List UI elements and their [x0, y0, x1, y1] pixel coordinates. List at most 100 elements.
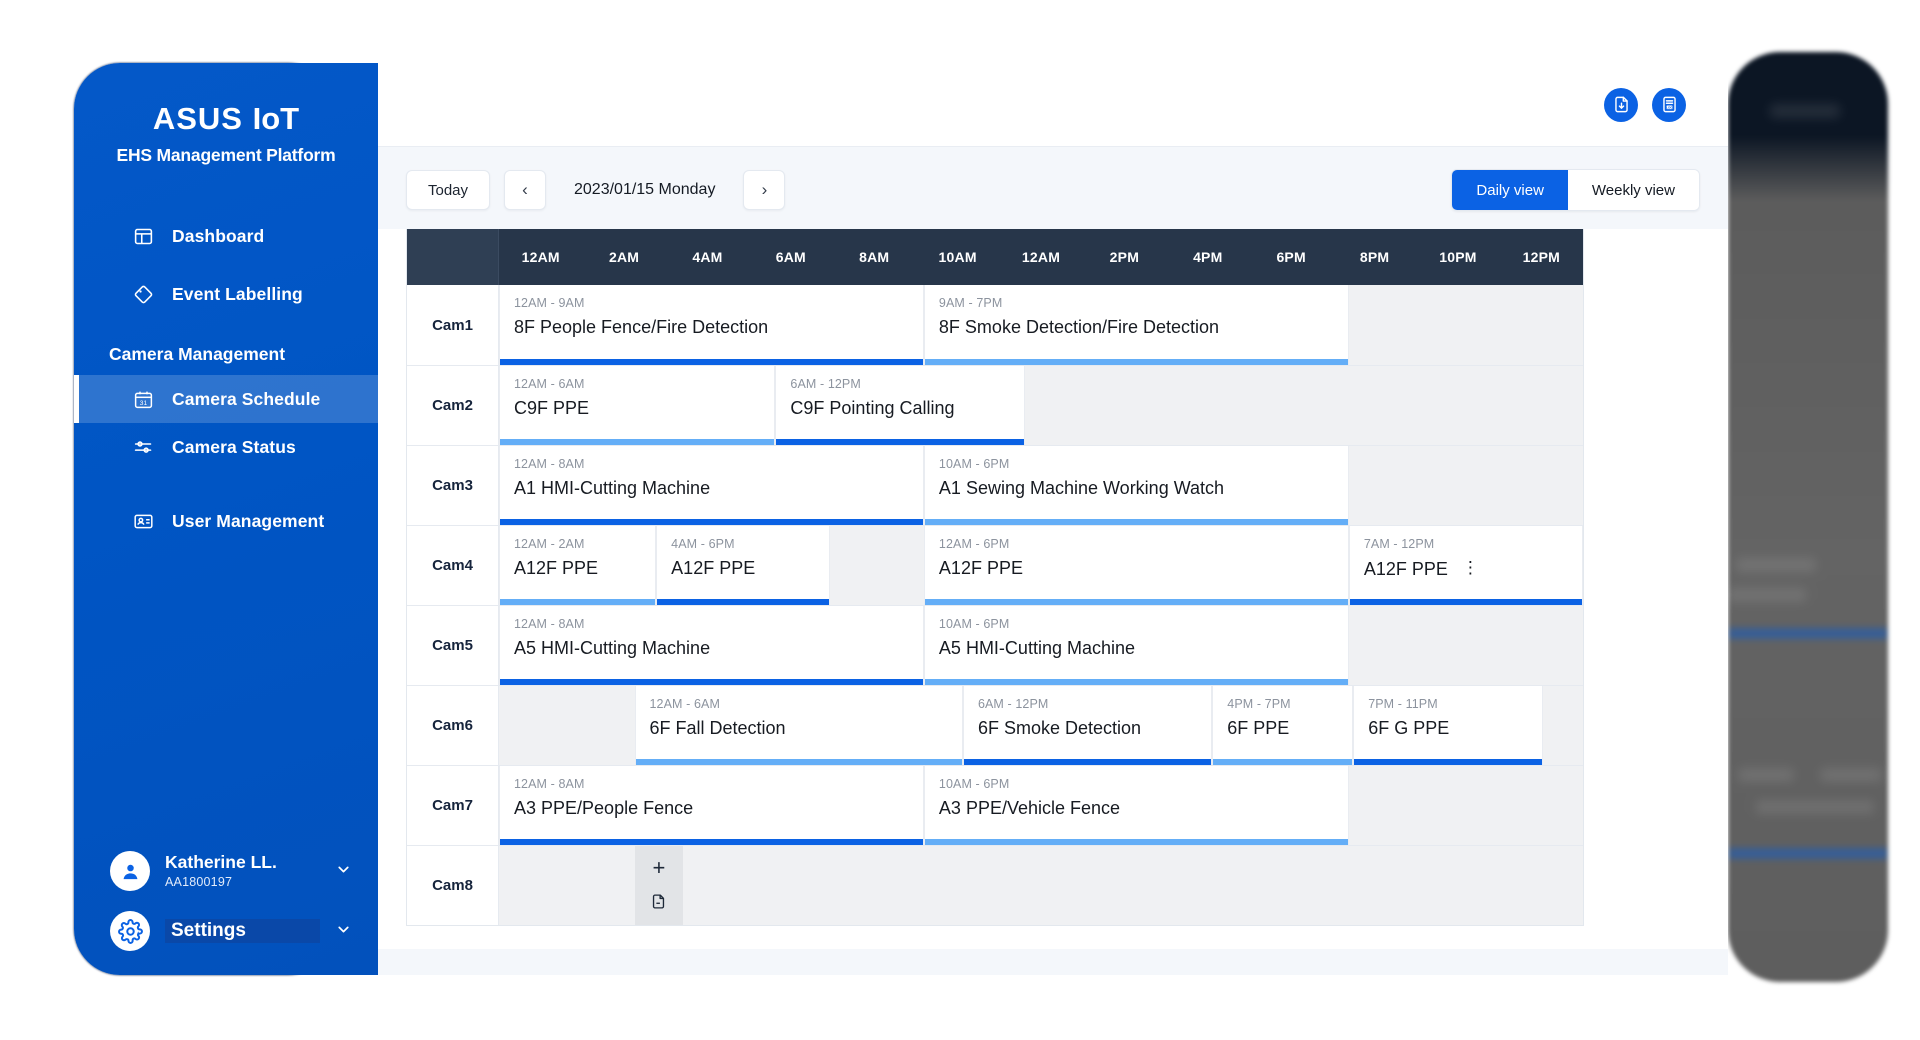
- schedule-block-name: 6F G PPE: [1368, 718, 1542, 739]
- schedule-block[interactable]: 10AM - 6PMA3 PPE/Vehicle Fence: [924, 766, 1349, 845]
- schedule-block-name: A3 PPE/Vehicle Fence: [939, 798, 1348, 819]
- time-tick: 12AM: [1022, 229, 1060, 285]
- dashboard-icon: [132, 225, 155, 248]
- schedule-row: Cam412AM - 2AMA12F PPE4AM - 6PMA12F PPE1…: [407, 525, 1583, 605]
- avatar: [110, 851, 150, 891]
- user-card-icon: [132, 510, 155, 533]
- time-tick: 4PM: [1193, 229, 1222, 285]
- schedule-block-name: A5 HMI-Cutting Machine: [514, 638, 923, 659]
- camera-label: Cam6: [407, 686, 499, 765]
- brand-logo: ASUS IoT: [74, 103, 378, 134]
- schedule-row: Cam212AM - 6AMC9F PPE 6AM - 12PM C9F Point…: [407, 365, 1583, 445]
- schedule-track[interactable]: +: [499, 846, 1583, 925]
- screen-root: ASUS IoT EHS Management Platform Dashboa…: [0, 0, 1920, 1040]
- sidebar-item-label: Event Labelling: [172, 284, 303, 305]
- document-icon[interactable]: [650, 893, 667, 915]
- sidebar-item-user-management[interactable]: User Management: [74, 497, 378, 545]
- schedule-block[interactable]: 10AM - 6PMA5 HMI-Cutting Machine: [924, 606, 1349, 685]
- grid-footer: [378, 949, 1728, 975]
- add-schedule-cell[interactable]: +: [635, 846, 684, 925]
- next-day-button[interactable]: ›: [743, 170, 785, 210]
- time-tick: 12AM: [522, 229, 560, 285]
- prev-day-button[interactable]: ‹: [504, 170, 546, 210]
- schedule-block-name: 8F Smoke Detection/Fire Detection: [939, 317, 1348, 338]
- user-meta: Katherine LL. AA1800197: [165, 852, 320, 890]
- camera-label: Cam3: [407, 446, 499, 525]
- today-button[interactable]: Today: [406, 170, 490, 210]
- schedule-track[interactable]: 12AM - 6AM6F Fall Detection6AM - 12PM6F …: [499, 686, 1583, 765]
- schedule-block-time: 12AM - 8AM: [514, 457, 923, 471]
- camera-label: Cam8: [407, 846, 499, 925]
- schedule-block-name: 8F People Fence/Fire Detection: [514, 317, 923, 338]
- schedule-block-time: 9AM - 7PM: [939, 296, 1348, 310]
- schedule-rows: Cam112AM - 9AM8F People Fence/Fire Detec…: [407, 285, 1583, 925]
- schedule-block-time: 12AM - 6AM: [514, 377, 774, 391]
- settings-row[interactable]: Settings: [74, 899, 378, 957]
- gear-icon: [110, 911, 150, 951]
- schedule-track[interactable]: 12AM - 6AMC9F PPE 6AM - 12PM C9F Pointing …: [499, 366, 1583, 445]
- user-profile[interactable]: Katherine LL. AA1800197: [74, 843, 378, 899]
- schedule-block[interactable]: 12AM - 9AM8F People Fence/Fire Detection: [499, 285, 924, 365]
- chevron-down-icon[interactable]: [335, 861, 352, 882]
- tab-weekly-view[interactable]: Weekly view: [1568, 170, 1699, 210]
- plus-icon[interactable]: +: [652, 857, 665, 879]
- schedule-block-name: A12F PPE: [939, 558, 1348, 579]
- time-tick: 4AM: [692, 229, 722, 285]
- schedule-track[interactable]: 12AM - 9AM8F People Fence/Fire Detection…: [499, 285, 1583, 365]
- schedule-block[interactable]: 12AM - 2AMA12F PPE: [499, 526, 656, 605]
- schedule-block[interactable]: 10AM - 6PMA1 Sewing Machine Working Watc…: [924, 446, 1349, 525]
- chevron-down-icon[interactable]: [335, 921, 352, 942]
- background-panel-right: [1728, 52, 1888, 982]
- schedule-block-name: 6F Fall Detection: [650, 718, 962, 739]
- schedule-block[interactable]: 12AM - 6AM6F Fall Detection: [635, 686, 963, 765]
- schedule-block[interactable]: 4AM - 6PMA12F PPE: [656, 526, 829, 605]
- camera-label: Cam5: [407, 606, 499, 685]
- sliders-icon: [132, 436, 155, 459]
- schedule-track[interactable]: 12AM - 8AMA5 HMI-Cutting Machine10AM - 6…: [499, 606, 1583, 685]
- sidebar-item-dashboard[interactable]: Dashboard: [74, 212, 378, 260]
- schedule-block[interactable]: 12AM - 8AMA1 HMI-Cutting Machine: [499, 446, 924, 525]
- schedule-track[interactable]: 12AM - 8AMA3 PPE/People Fence10AM - 6PMA…: [499, 766, 1583, 845]
- sidebar-item-camera-status[interactable]: Camera Status: [74, 423, 378, 471]
- schedule-block-time: 12AM - 6PM: [939, 537, 1348, 551]
- sidebar-item-camera-schedule[interactable]: 31 Camera Schedule: [74, 375, 378, 423]
- schedule-area: 12AM2AM4AM6AM8AM10AM12AM2PM4PM6PM8PM10PM…: [378, 229, 1728, 949]
- camera-label: Cam1: [407, 285, 499, 365]
- brand-logo-secondary: IoT: [253, 101, 300, 136]
- schedule-block-name: 6F Smoke Detection: [978, 718, 1211, 739]
- export-button[interactable]: [1604, 88, 1638, 122]
- more-options-icon[interactable]: ⋮: [1462, 558, 1479, 578]
- log-button[interactable]: LOG: [1652, 88, 1686, 122]
- schedule-block-name: C9F Pointing Calling: [790, 398, 1023, 419]
- schedule-block[interactable]: 6AM - 12PM6F Smoke Detection: [963, 686, 1212, 765]
- schedule-block-time: 12AM - 8AM: [514, 777, 923, 791]
- tab-daily-view[interactable]: Daily view: [1452, 170, 1568, 210]
- header-corner: [407, 229, 499, 285]
- schedule-block-time: 12AM - 2AM: [514, 537, 655, 551]
- schedule-block[interactable]: 9AM - 7PM 8F Smoke Detection/Fire Detecti…: [924, 285, 1349, 365]
- schedule-block-time: 10AM - 6PM: [939, 457, 1348, 471]
- topbar: LOG: [378, 63, 1728, 147]
- sidebar-item-event-labelling[interactable]: Event Labelling: [74, 270, 378, 318]
- schedule-block-name: A12F PPE⋮: [1364, 558, 1582, 580]
- toolbar: Today ‹ 2023/01/15 Monday › Daily view W…: [378, 147, 1728, 229]
- schedule-block[interactable]: 12AM - 8AMA5 HMI-Cutting Machine: [499, 606, 924, 685]
- camera-label: Cam2: [407, 366, 499, 445]
- schedule-block[interactable]: 7PM - 11PM 6F G PPE: [1353, 686, 1543, 765]
- schedule-block[interactable]: 4PM - 7PM6F PPE: [1212, 686, 1353, 765]
- schedule-track[interactable]: 12AM - 2AMA12F PPE4AM - 6PMA12F PPE12AM …: [499, 526, 1583, 605]
- schedule-block[interactable]: 12AM - 8AMA3 PPE/People Fence: [499, 766, 924, 845]
- schedule-track[interactable]: 12AM - 8AMA1 HMI-Cutting Machine10AM - 6…: [499, 446, 1583, 525]
- camera-label: Cam4: [407, 526, 499, 605]
- schedule-block-time: 7PM - 11PM: [1368, 697, 1542, 711]
- schedule-block[interactable]: 12AM - 6AMC9F PPE: [499, 366, 775, 445]
- schedule-block-time: 4AM - 6PM: [671, 537, 828, 551]
- settings-label: Settings: [165, 919, 320, 943]
- time-tick: 2PM: [1110, 229, 1139, 285]
- time-tick: 12PM: [1523, 229, 1560, 285]
- schedule-block[interactable]: 6AM - 12PM C9F Pointing Calling: [775, 366, 1024, 445]
- schedule-block[interactable]: 12AM - 6PM A12F PPE: [924, 526, 1349, 605]
- schedule-block[interactable]: 7AM - 12PMA12F PPE⋮: [1349, 526, 1583, 605]
- calendar-icon: 31: [132, 388, 155, 411]
- schedule-block-time: 6AM - 12PM: [790, 377, 1023, 391]
